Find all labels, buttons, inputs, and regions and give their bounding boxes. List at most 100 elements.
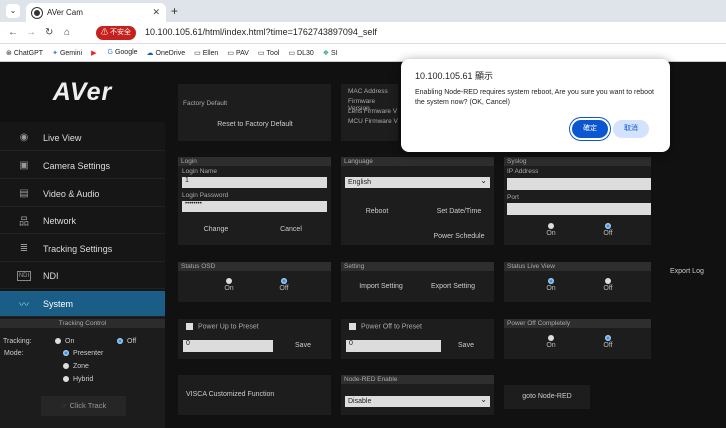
tab-search-icon[interactable]: ⌄ [6, 4, 20, 18]
login-panel: Login Login Name 1 Login Password ••••••… [178, 157, 331, 245]
goto-node-red-button[interactable]: goto Node-RED [504, 385, 590, 409]
visca-panel: VISCA Customized Function [178, 375, 331, 415]
reboot-button[interactable]: Reboot [359, 208, 395, 215]
ip-address-input[interactable] [507, 178, 651, 190]
power-up-save-button[interactable]: Save [290, 342, 316, 349]
bookmark-dl30[interactable]: ▭ DL30 [288, 49, 313, 57]
hand-icon: ☞ [60, 401, 70, 410]
sidebar-item-ndi[interactable]: NDI NDI [0, 263, 165, 289]
ip-address-label: IP Address [507, 168, 539, 175]
power-schedule-button[interactable]: Power Schedule [429, 233, 489, 240]
tracking-label: Tracking: [3, 338, 32, 345]
export-log-button[interactable]: Export Log [670, 268, 704, 275]
insecure-badge[interactable]: ⚠ 不安全 [96, 26, 136, 40]
sidebar-item-tracking-settings[interactable]: ≣ Tracking Settings [0, 236, 165, 262]
login-cancel-button[interactable]: Cancel [271, 226, 311, 233]
back-icon[interactable]: ← [8, 27, 18, 38]
login-name-input[interactable]: 1 [182, 177, 327, 188]
dialog-ok-button[interactable]: 確定 [572, 120, 608, 138]
mode-hybrid-radio[interactable]: Hybrid [63, 376, 93, 383]
osd-off-radio[interactable]: Off [278, 278, 290, 292]
language-select[interactable]: English [345, 175, 490, 188]
sidebar-item-video-audio[interactable]: ▤ Video & Audio [0, 181, 165, 207]
bookmark-onedrive[interactable]: ☁ OneDrive [147, 49, 186, 57]
port-input[interactable] [507, 203, 651, 215]
mode-zone-radio[interactable]: Zone [63, 363, 89, 370]
osd-on-radio[interactable]: On [223, 278, 235, 292]
goto-node-red-label: goto Node-RED [522, 393, 572, 400]
bookmark-youtube[interactable]: ▶ [91, 49, 98, 57]
bookmark-tool[interactable]: ▭ Tool [258, 49, 279, 57]
mode-presenter-radio[interactable]: Presenter [63, 350, 103, 357]
visca-button[interactable]: VISCA Customized Function [186, 391, 281, 398]
power-off-save-button[interactable]: Save [453, 342, 479, 349]
power-up-checkbox[interactable]: Power Up to Preset [186, 323, 259, 330]
dialog-message: Enabling Node-RED requires system reboot… [415, 89, 654, 106]
youtube-icon: ▶ [91, 49, 97, 57]
close-tab-icon[interactable]: ✕ [152, 7, 160, 18]
power-up-panel: Power Up to Preset 0 Save [178, 319, 331, 359]
confirm-dialog: 10.100.105.61 顯示 Enabling Node-RED requi… [401, 59, 670, 152]
ndi-icon: NDI [17, 270, 31, 281]
tracking-off-radio[interactable]: Off [117, 338, 136, 345]
power-up-input[interactable]: 0 [183, 340, 273, 352]
syslog-on-radio[interactable]: On [545, 223, 557, 237]
aver-favicon-icon [32, 7, 42, 18]
checkbox-icon [349, 323, 356, 330]
language-panel: Language English Reboot Set Date/Time Po… [341, 157, 494, 245]
syslog-off-radio[interactable]: Off [602, 223, 614, 237]
power-off-checkbox[interactable]: Power Off to Preset [349, 323, 422, 330]
export-setting-button[interactable]: Export Setting [423, 283, 483, 290]
bookmark-pav[interactable]: ▭ PAV [227, 49, 249, 57]
language-header: Language [341, 157, 494, 166]
set-date-time-button[interactable]: Set Date/Time [429, 208, 489, 215]
lens-firmware-label: Lens Firmware V [348, 108, 398, 115]
import-setting-button[interactable]: Import Setting [351, 283, 411, 290]
reload-icon[interactable]: ↻ [45, 27, 53, 38]
radio-selected-icon [281, 278, 287, 285]
click-track-button[interactable]: ☞ Click Track [41, 396, 126, 416]
factory-default-header: Factory Default [183, 100, 228, 107]
url-text[interactable]: 10.100.105.61/html/index.html?time=17627… [145, 27, 377, 37]
cloud-icon: ☁ [146, 49, 154, 57]
bookmark-ellen[interactable]: ▭ Ellen [194, 49, 218, 57]
sidebar-item-live-view[interactable]: ◉ Live View [0, 125, 165, 151]
dialog-cancel-button[interactable]: 取消 [613, 120, 649, 138]
dialog-title: 10.100.105.61 顯示 [415, 71, 494, 81]
live-on-radio[interactable]: On [545, 278, 557, 292]
browser-tab[interactable]: AVer Cam ✕ [26, 3, 166, 22]
mac-address-label: MAC Address [348, 88, 388, 95]
radio-selected-icon [117, 338, 123, 345]
sidebar-item-system[interactable]: 〰 System [0, 291, 165, 317]
setting-panel: Setting Import Setting Export Setting [341, 262, 494, 302]
node-red-select[interactable]: Disable [345, 394, 490, 407]
home-icon[interactable]: ⌂ [64, 27, 70, 38]
sidebar-item-network[interactable]: 品 Network [0, 208, 165, 234]
video-audio-icon: ▤ [19, 188, 29, 199]
sidebar-item-camera-settings[interactable]: ▣ Camera Settings [0, 153, 165, 179]
radio-unselected-icon [226, 278, 232, 285]
poc-on-radio[interactable]: On [545, 335, 557, 349]
bookmark-gemini[interactable]: ✦ Gemini [52, 49, 82, 57]
bookmark-google[interactable]: G Google [108, 49, 138, 56]
folder-icon: ▭ [257, 49, 265, 57]
radio-selected-icon [548, 278, 554, 285]
image-icon: ▣ [19, 160, 29, 171]
folder-icon: ▭ [288, 49, 296, 57]
tracking-on-radio[interactable]: On [55, 338, 74, 345]
reset-factory-button[interactable]: Reset to Factory Default [188, 119, 322, 131]
forward-icon[interactable]: → [26, 27, 36, 38]
network-icon: 品 [19, 217, 29, 228]
bookmark-si[interactable]: ❖ SI [323, 49, 338, 57]
new-tab-icon[interactable]: + [171, 4, 178, 18]
change-button[interactable]: Change [196, 226, 236, 233]
bookmark-site-icon: ❖ [322, 49, 330, 57]
radio-unselected-icon [63, 376, 69, 383]
live-off-radio[interactable]: Off [602, 278, 614, 292]
poc-off-radio[interactable]: Off [602, 335, 614, 349]
radio-selected-icon [605, 335, 611, 342]
folder-icon: ▭ [227, 49, 234, 57]
power-off-input[interactable]: 0 [346, 340, 441, 352]
bookmark-chatgpt[interactable]: ⊛ ChatGPT [6, 49, 43, 57]
login-password-input[interactable]: •••••••• [182, 201, 327, 212]
